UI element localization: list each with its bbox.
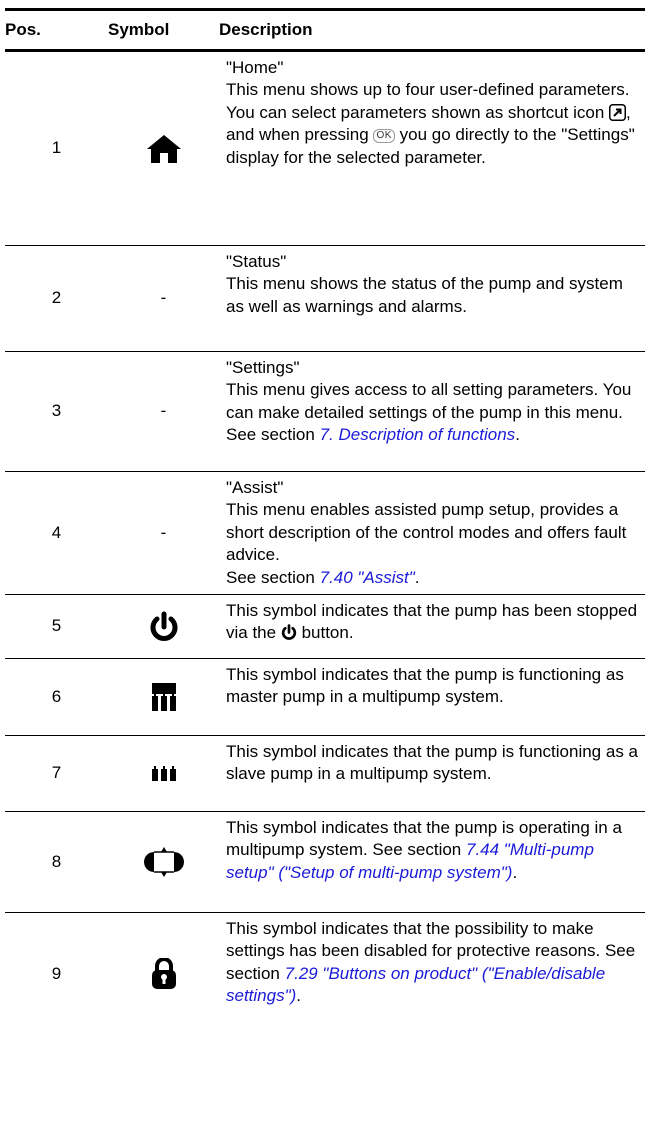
home-icon xyxy=(146,134,181,163)
period: . xyxy=(515,425,520,445)
header-description: Description xyxy=(219,8,645,52)
row-text: This menu shows the status of the pump a… xyxy=(226,274,623,316)
row-title: "Settings" xyxy=(226,358,300,377)
period: . xyxy=(296,986,302,1006)
table-row: 1 "Home" This menu shows up to four user… xyxy=(5,51,645,246)
row-description: "Settings" This menu gives access to all… xyxy=(219,351,645,472)
row-description: This symbol indicates that the pump has … xyxy=(219,594,645,659)
row-symbol xyxy=(108,912,219,1035)
power-icon xyxy=(150,611,177,641)
row-text: This menu gives access to all setting pa… xyxy=(226,380,632,422)
table-row: 8 This symbol indicates that the pump is… xyxy=(5,811,645,913)
row-text-end: button. xyxy=(301,623,354,643)
table-row: 5 This symbol indicates that the pump ha… xyxy=(5,594,645,659)
row-pos: 4 xyxy=(5,470,108,595)
table-row: 6 This symbol indicates that the pump is… xyxy=(5,658,645,736)
row-symbol: - xyxy=(108,351,219,472)
slave-pump-icon xyxy=(151,765,176,781)
row-symbol xyxy=(108,658,219,736)
row-title: "Status" xyxy=(226,252,287,271)
master-pump-icon xyxy=(151,683,176,712)
row-text: This symbol indicates that the pump is f… xyxy=(226,742,638,784)
row-pos: 8 xyxy=(5,811,108,913)
row-symbol xyxy=(108,51,219,246)
row-description: "Assist" This menu enables assisted pump… xyxy=(219,470,645,595)
table-row: 9 This symbol indicates that the possibi… xyxy=(5,912,645,1035)
row-pos: 5 xyxy=(5,594,108,659)
table-row: 4 - "Assist" This menu enables assisted … xyxy=(5,470,645,595)
row-symbol: - xyxy=(108,470,219,595)
row-symbol: - xyxy=(108,245,219,352)
row-text: This menu enables assisted pump setup, p… xyxy=(226,500,627,565)
row-pos: 3 xyxy=(5,351,108,472)
row-title: "Assist" xyxy=(226,478,284,497)
symbol-reference-table: Pos. Symbol Description 1 "Home" This me… xyxy=(5,8,645,1035)
table-row: 7 This symbol indicates that the pump is… xyxy=(5,735,645,812)
row-title: "Home" xyxy=(226,58,284,77)
header-pos: Pos. xyxy=(5,8,108,52)
row-description: "Home" This menu shows up to four user-d… xyxy=(219,51,645,246)
see-section: See section xyxy=(226,567,315,587)
row-symbol xyxy=(108,594,219,659)
row-description: This symbol indicates that the pump is o… xyxy=(219,811,645,913)
header-symbol: Symbol xyxy=(108,8,219,52)
table-row: 2 - "Status" This menu shows the status … xyxy=(5,245,645,352)
see-section: See section xyxy=(226,425,315,445)
section-link[interactable]: 7. Description of functions xyxy=(320,425,516,444)
row-description: This symbol indicates that the pump is f… xyxy=(219,658,645,736)
lock-icon xyxy=(151,957,176,989)
table-header-row: Pos. Symbol Description xyxy=(5,8,645,52)
section-link[interactable]: 7.40 "Assist" xyxy=(320,568,415,587)
row-pos: 2 xyxy=(5,245,108,352)
power-button-icon xyxy=(281,624,296,641)
section-link[interactable]: 7.29 "Buttons on product" ("Enable/disab… xyxy=(226,964,605,1005)
row-symbol xyxy=(108,811,219,913)
period: . xyxy=(414,567,420,587)
row-text: This menu shows up to four user-defined … xyxy=(226,80,635,166)
row-pos: 7 xyxy=(5,735,108,812)
period: . xyxy=(512,862,518,882)
row-description: "Status" This menu shows the status of t… xyxy=(219,245,645,352)
shortcut-icon xyxy=(609,103,627,121)
multipump-icon xyxy=(143,847,184,878)
row-pos: 6 xyxy=(5,658,108,736)
row-symbol xyxy=(108,735,219,812)
row-description: This symbol indicates that the possibili… xyxy=(219,912,645,1035)
row-pos: 9 xyxy=(5,912,108,1035)
row-pos: 1 xyxy=(51,138,62,158)
row-text: This symbol indicates that the pump is f… xyxy=(226,665,624,707)
table-row: 3 - "Settings" This menu gives access to… xyxy=(5,351,645,472)
text-part: This menu shows up to four user-defined … xyxy=(226,80,630,122)
row-description: This symbol indicates that the pump is f… xyxy=(219,735,645,812)
ok-button-icon: OK xyxy=(373,129,395,144)
